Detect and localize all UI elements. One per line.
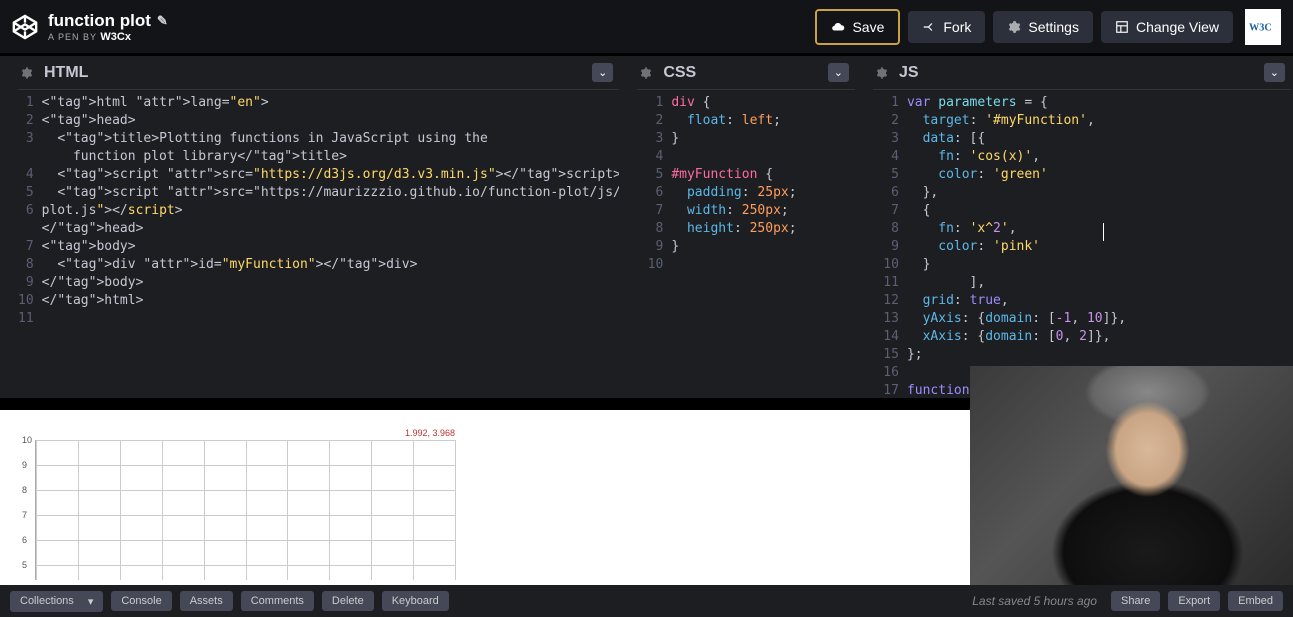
w3c-icon: W3C [1249, 17, 1277, 37]
change-view-button[interactable]: Change View [1101, 11, 1233, 43]
webcam-overlay [970, 366, 1293, 585]
top-bar: function plot ✎ A PEN BY W3Cx Save Fork … [0, 0, 1293, 56]
fork-icon [922, 20, 936, 34]
panel-html: HTML ⌄ 1234567891011 <"tag">html "attr">… [18, 56, 619, 398]
gear-icon[interactable] [875, 66, 889, 80]
text-cursor [1103, 223, 1104, 241]
chart-tooltip: 1.992, 3.968 [405, 428, 455, 438]
html-editor[interactable]: 1234567891011 <"tag">html "attr">lang="e… [18, 90, 619, 398]
share-button[interactable]: Share [1111, 591, 1160, 611]
user-avatar[interactable]: W3C [1245, 9, 1281, 45]
gear-icon [1007, 20, 1021, 34]
chevron-down-icon[interactable]: ⌄ [592, 63, 613, 82]
codepen-logo-icon [12, 14, 38, 40]
export-button[interactable]: Export [1168, 591, 1220, 611]
keyboard-button[interactable]: Keyboard [382, 591, 449, 611]
logo-area: function plot ✎ A PEN BY W3Cx [12, 11, 168, 43]
collections-dropdown[interactable]: Collections▾ [10, 591, 103, 612]
layout-icon [1115, 20, 1129, 34]
chevron-down-icon[interactable]: ⌄ [1264, 63, 1285, 82]
panel-css: CSS ⌄ 12345678910 div { float: left;} #m… [637, 56, 855, 398]
gear-icon[interactable] [639, 66, 653, 80]
console-button[interactable]: Console [111, 591, 171, 611]
preview-pane: 1.992, 3.968 1098765 [0, 410, 970, 585]
editor-panels: HTML ⌄ 1234567891011 <"tag">html "attr">… [0, 56, 1293, 398]
delete-button[interactable]: Delete [322, 591, 374, 611]
gear-icon[interactable] [20, 66, 34, 80]
panel-title-html: HTML [44, 64, 88, 82]
fork-button[interactable]: Fork [908, 11, 985, 43]
pen-title: function plot [48, 11, 151, 31]
edit-title-icon[interactable]: ✎ [157, 13, 168, 29]
pen-byline: A PEN BY W3Cx [48, 31, 168, 43]
assets-button[interactable]: Assets [180, 591, 233, 611]
settings-button[interactable]: Settings [993, 11, 1093, 43]
svg-text:W3C: W3C [1249, 22, 1272, 33]
last-saved-text: Last saved 5 hours ago [972, 594, 1097, 608]
panel-title-js: JS [899, 64, 919, 82]
cloud-icon [831, 20, 845, 34]
panel-title-css: CSS [663, 64, 696, 82]
comments-button[interactable]: Comments [241, 591, 314, 611]
chevron-down-icon[interactable]: ⌄ [828, 63, 849, 82]
panel-js: JS ⌄ 1234567891011121314151617 var param… [873, 56, 1291, 398]
function-plot-chart[interactable]: 1.992, 3.968 1098765 [35, 440, 455, 580]
save-button[interactable]: Save [815, 9, 900, 45]
footer-bar: Collections▾ Console Assets Comments Del… [0, 585, 1293, 617]
embed-button[interactable]: Embed [1228, 591, 1283, 611]
caret-down-icon: ▾ [88, 595, 94, 608]
css-editor[interactable]: 12345678910 div { float: left;} #myFunct… [637, 90, 855, 398]
js-editor[interactable]: 1234567891011121314151617 var parameters… [873, 90, 1291, 398]
